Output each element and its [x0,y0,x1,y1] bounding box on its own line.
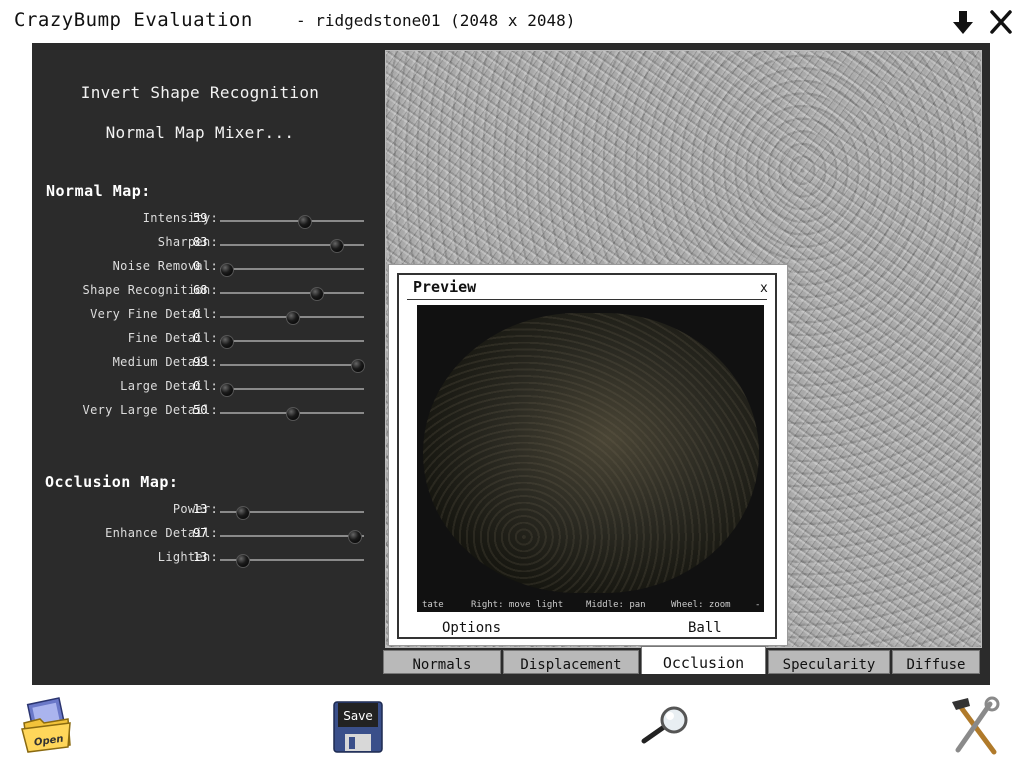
slider-knob[interactable] [220,383,234,397]
slider-track[interactable] [220,383,364,397]
preview-divider [407,299,767,300]
slider-value: 0 [193,259,201,273]
slider-value: 68 [193,283,208,297]
slider-knob[interactable] [286,311,300,325]
open-button[interactable]: Open [20,697,74,755]
slider-knob[interactable] [297,215,312,229]
slider-knob[interactable] [286,407,300,421]
normal_map-slider-row: Shape Recognition: 68 [40,283,370,301]
save-button[interactable]: Save [333,701,383,753]
slider-value: 83 [193,235,208,249]
normal-map-section-title: Normal Map: [46,182,151,200]
magnifier-icon[interactable] [638,705,690,745]
title-bar: CrazyBump Evaluation - ridgedstone01 (20… [0,0,1021,42]
slider-track[interactable] [220,215,364,229]
close-icon[interactable] [988,8,1014,36]
slider-knob[interactable] [235,506,250,520]
download-arrow-icon[interactable] [950,8,976,36]
slider-knob[interactable] [329,239,344,253]
preview-ball [423,313,759,593]
preview-frame: Preview x tate Right: move light Middle:… [397,273,777,639]
normal-map-mixer-button[interactable]: Normal Map Mixer... [40,123,360,142]
slider-track[interactable] [220,239,364,253]
normal_map-slider-row: Fine Detail: 0 [40,331,370,349]
preview-render-view[interactable] [417,305,764,605]
slider-track[interactable] [220,554,364,568]
slider-track[interactable] [220,530,364,544]
hint-rotate: tate [422,600,444,610]
tab-displacement[interactable]: Displacement [503,650,639,674]
slider-value: 0 [193,307,201,321]
hint-more: - [755,600,761,610]
normal_map-slider-row: Large Detail: 0 [40,379,370,397]
preview-window: Preview x tate Right: move light Middle:… [388,264,788,646]
occlusion_map-slider-row: Lighten: 13 [40,550,370,568]
preview-close-button[interactable]: x [760,281,768,296]
occlusion_map-slider-row: Power: 13 [40,502,370,520]
tools-icon[interactable] [950,696,1000,756]
normal_map-slider-row: Intensity: 59 [40,211,370,229]
tab-normals[interactable]: Normals [383,650,501,674]
slider-value: 99 [193,355,208,369]
save-label: Save [343,709,372,723]
slider-knob[interactable] [309,287,324,301]
slider-value: 0 [193,379,201,393]
preview-options-button[interactable]: Options [442,620,501,636]
normal_map-slider-row: Very Large Detail: 50 [40,403,370,421]
document-title: - ridgedstone01 (2048 x 2048) [296,11,576,30]
slider-track[interactable] [220,263,364,277]
slider-track[interactable] [220,335,364,349]
slider-knob[interactable] [220,335,234,349]
normal_map-slider-row: Medium Detail: 99 [40,355,370,373]
tab-occlusion[interactable]: Occlusion [641,646,766,674]
tab-diffuse[interactable]: Diffuse [892,650,980,674]
normal_map-slider-row: Noise Removal: 0 [40,259,370,277]
slider-value: 0 [193,331,201,345]
slider-value: 13 [193,502,208,516]
slider-value: 50 [193,403,208,417]
preview-title: Preview [413,278,477,296]
hint-zoom: Wheel: zoom [671,600,731,610]
normal_map-slider-row: Sharpen: 83 [40,235,370,253]
preview-hint-bar: tate Right: move light Middle: pan Wheel… [417,598,764,612]
occlusion-map-section-title: Occlusion Map: [45,473,179,491]
preview-ball-button[interactable]: Ball [688,620,722,636]
slider-track[interactable] [220,359,365,373]
slider-value: 59 [193,211,208,225]
slider-track[interactable] [220,311,364,325]
slider-track[interactable] [220,407,364,421]
slider-knob[interactable] [220,263,234,277]
slider-knob[interactable] [348,530,363,544]
invert-shape-recognition-button[interactable]: Invert Shape Recognition [40,83,360,102]
hint-pan: Middle: pan [586,600,646,610]
occlusion_map-slider-row: Enhance Detail: 97 [40,526,370,544]
slider-track[interactable] [220,287,364,301]
slider-value: 13 [193,550,208,564]
slider-track[interactable] [220,506,364,520]
slider-value: 97 [193,526,208,540]
normal_map-slider-row: Very Fine Detail: 0 [40,307,370,325]
slider-knob[interactable] [350,359,365,373]
tab-specularity[interactable]: Specularity [768,650,890,674]
app-title: CrazyBump Evaluation [14,9,253,31]
slider-knob[interactable] [235,554,250,568]
hint-move-light: Right: move light [471,600,564,610]
